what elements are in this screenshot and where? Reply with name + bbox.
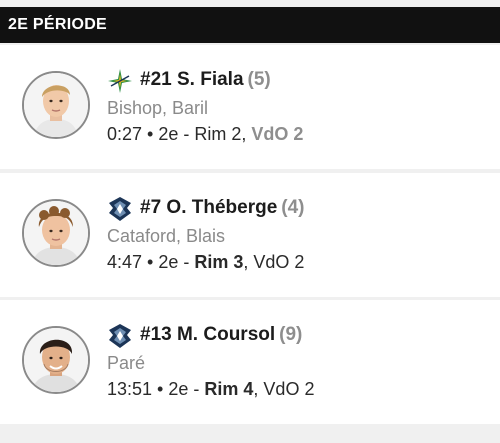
goal-count: (5) (247, 69, 271, 90)
goal-card[interactable]: #13 M. Coursol (9) Paré 13:51 • 2e - Rim … (0, 300, 500, 424)
score-separator: , (241, 124, 252, 144)
assists: Cataford, Blais (107, 226, 226, 246)
assists: Bishop, Baril (107, 98, 209, 118)
oceanic-logo-icon (107, 196, 133, 222)
scorer-name[interactable]: #21 S. Fiala (140, 69, 244, 90)
scorer-name[interactable]: #13 M. Coursol (140, 324, 275, 345)
goal-time-period: 4:47 • 2e - (107, 252, 195, 272)
period-title: 2E PÉRIODE (8, 16, 108, 33)
goal-time-period: 0:27 • 2e - (107, 124, 195, 144)
goal-count: (9) (279, 324, 303, 345)
goal-card[interactable]: #21 S. Fiala (5) Bishop, Baril 0:27 • 2e … (0, 45, 500, 169)
home-score: Rim 3 (194, 252, 244, 272)
period-header: 2E PÉRIODE (0, 7, 500, 43)
score-separator: , (243, 252, 254, 272)
player-avatar (22, 326, 90, 394)
home-score: Rim 2 (194, 124, 242, 144)
away-score: VdO 2 (253, 252, 305, 272)
player-avatar (22, 199, 90, 267)
away-score: VdO 2 (251, 124, 304, 144)
goal-card[interactable]: #7 O. Théberge (4) Cataford, Blais 4:47 •… (0, 173, 500, 297)
goal-info: 13:51 • 2e - Rim 4, VdO 2 (107, 376, 314, 402)
goal-count: (4) (281, 197, 305, 218)
goal-info: 0:27 • 2e - Rim 2, VdO 2 (107, 121, 303, 147)
scorer-line: #7 O. Théberge (4) (140, 194, 305, 222)
scorer-name[interactable]: #7 O. Théberge (140, 197, 277, 218)
armada-logo-icon (107, 68, 133, 94)
goal-time-period: 13:51 • 2e - (107, 379, 205, 399)
away-score: VdO 2 (263, 379, 315, 399)
oceanic-logo-icon (107, 323, 133, 349)
score-separator: , (253, 379, 264, 399)
scorer-line: #21 S. Fiala (5) (140, 66, 271, 94)
assists: Paré (107, 353, 146, 373)
player-avatar (22, 71, 90, 139)
goal-info: 4:47 • 2e - Rim 3, VdO 2 (107, 249, 304, 275)
home-score: Rim 4 (204, 379, 254, 399)
scorer-line: #13 M. Coursol (9) (140, 321, 302, 349)
